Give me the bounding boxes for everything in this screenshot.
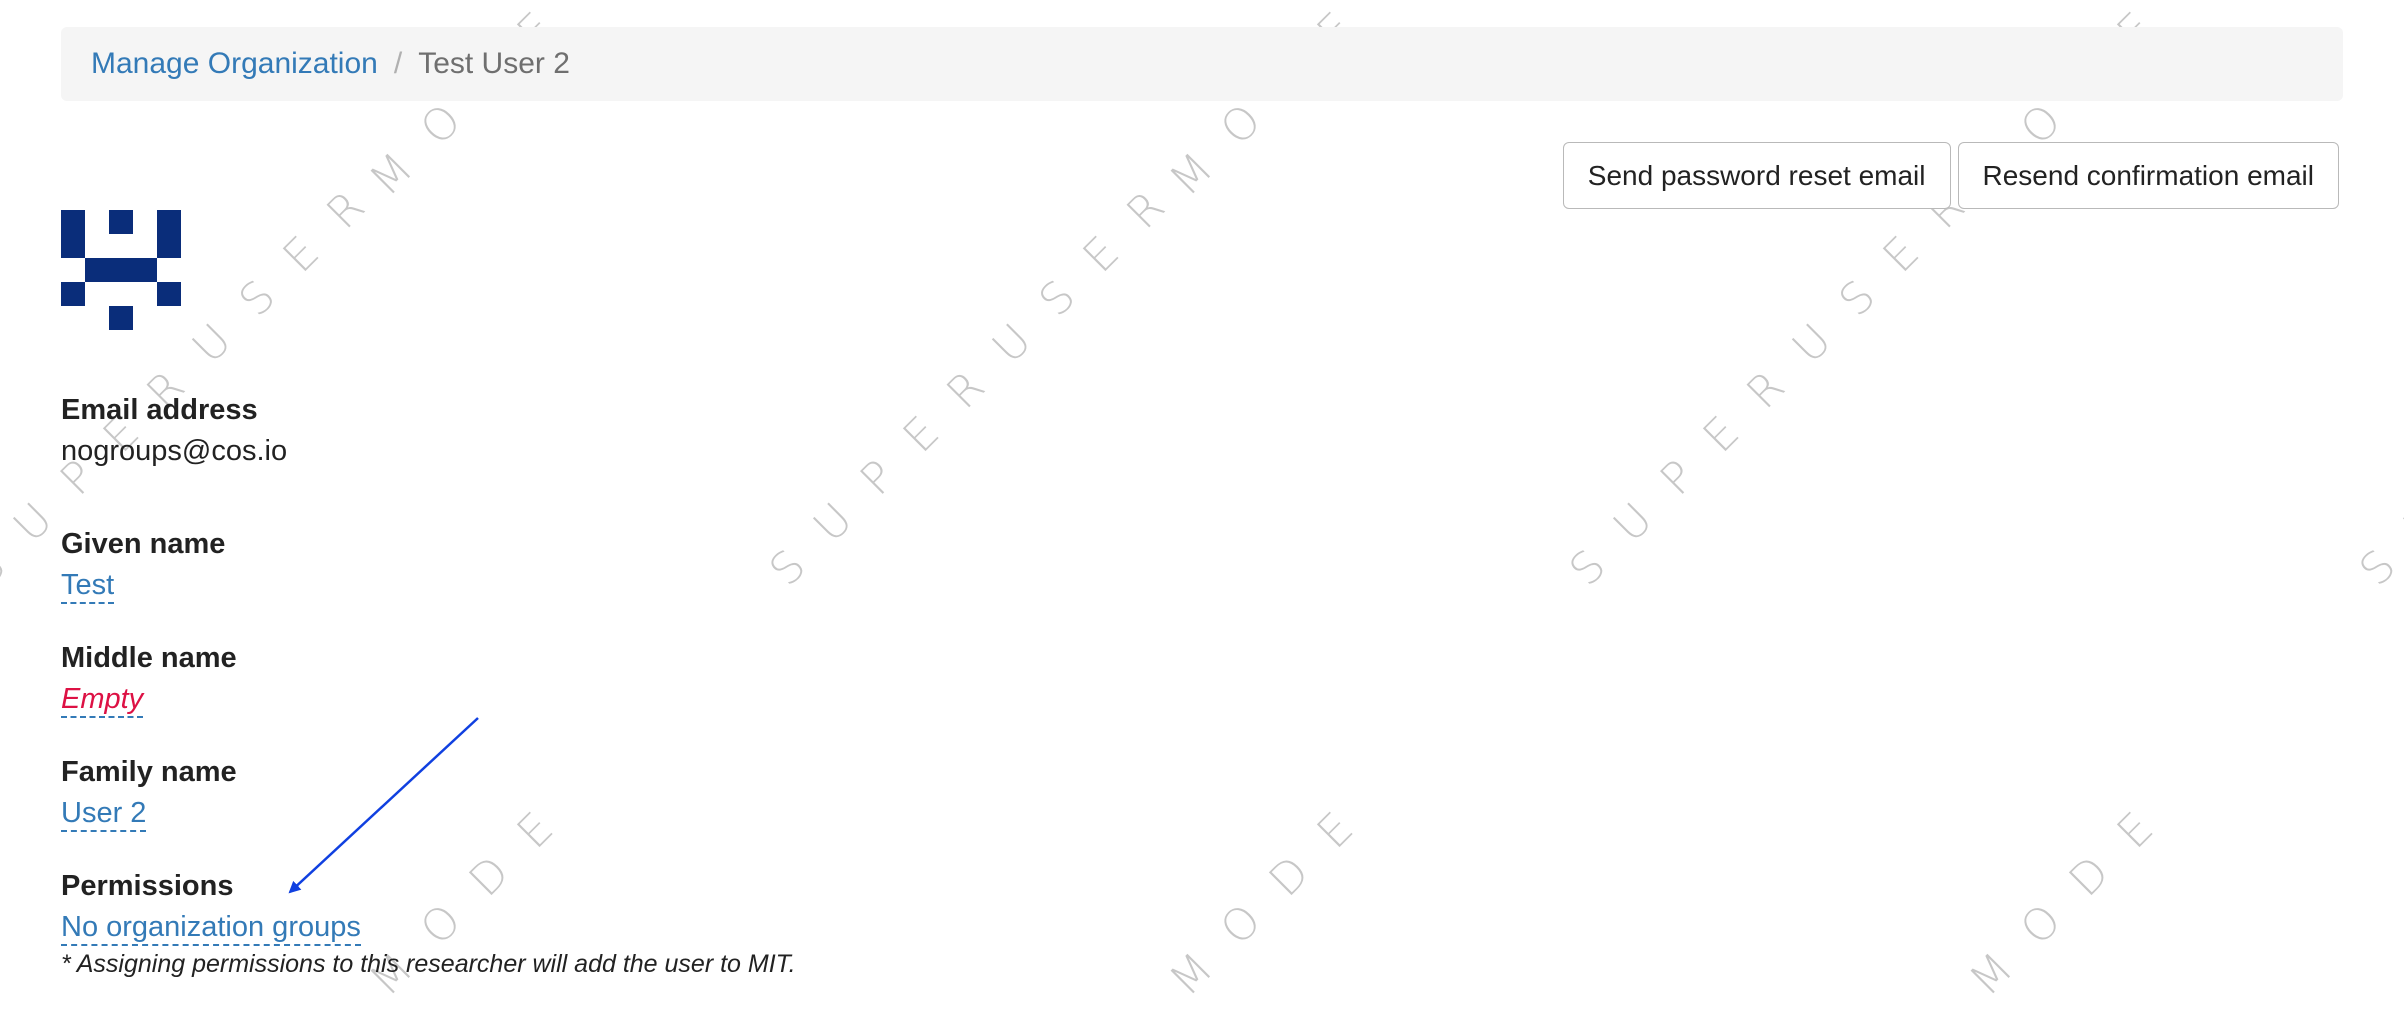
permissions-label: Permissions	[61, 870, 234, 902]
watermark-text: SUPERUSER	[2350, 157, 2404, 597]
breadcrumb-manage-organization-link[interactable]: Manage Organization	[91, 47, 378, 81]
middle-name-label: Middle name	[61, 642, 237, 674]
watermark-text: SUPERUSER	[760, 157, 1199, 597]
email-value: nogroups@cos.io	[61, 435, 288, 467]
given-name-field: Given name Test	[61, 524, 225, 606]
family-name-editable[interactable]: User 2	[61, 797, 147, 832]
family-name-label: Family name	[61, 756, 237, 788]
permissions-note: * Assigning permissions to this research…	[61, 950, 796, 978]
identicon-avatar-icon	[61, 210, 181, 330]
email-label: Email address	[61, 394, 258, 426]
permissions-editable[interactable]: No organization groups	[61, 911, 361, 946]
watermark-text: MODE	[1960, 778, 2188, 1007]
middle-name-field: Middle name Empty	[61, 638, 237, 720]
user-actions: Send password reset email Resend confirm…	[1562, 142, 2339, 209]
permissions-field: Permissions No organization groups	[61, 866, 361, 948]
given-name-label: Given name	[61, 528, 226, 560]
breadcrumb-current-user: Test User 2	[418, 47, 570, 80]
family-name-field: Family name User 2	[61, 752, 237, 834]
breadcrumb-separator: /	[393, 47, 403, 80]
breadcrumb: Manage Organization / Test User 2	[61, 27, 2343, 101]
given-name-editable[interactable]: Test	[61, 569, 115, 604]
watermark-text: SUPERUSER	[1560, 157, 1999, 597]
middle-name-editable[interactable]: Empty	[61, 683, 144, 718]
email-field: Email address nogroups@cos.io	[61, 390, 287, 472]
watermark-text: MODE	[1160, 778, 1388, 1007]
resend-confirmation-button[interactable]: Resend confirmation email	[1957, 142, 2339, 209]
send-password-reset-button[interactable]: Send password reset email	[1562, 142, 1951, 209]
